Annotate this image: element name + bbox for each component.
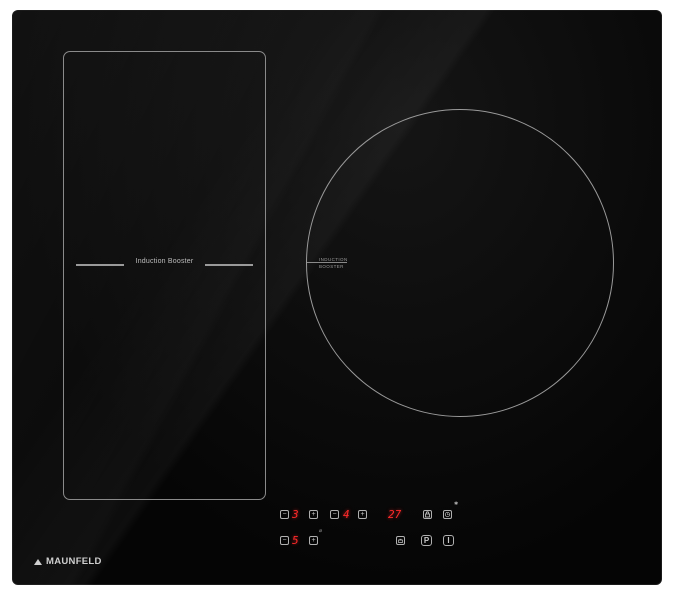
- brand-logo: MAUNFELD: [34, 556, 102, 567]
- timer-display: 27: [388, 508, 402, 521]
- round-zone-divider: [307, 262, 347, 263]
- zone1-plus-button[interactable]: +: [309, 510, 318, 519]
- zone2-level-display: 4: [343, 508, 350, 521]
- round-cooking-zone: INDUCTION BOOSTER: [306, 109, 614, 417]
- lock-icon: [425, 511, 430, 518]
- pause-button[interactable]: P: [421, 535, 432, 546]
- flex-zone-divider-right: [205, 264, 253, 266]
- round-zone-label-top: INDUCTION: [319, 257, 348, 262]
- cooktop-glass: Induction Booster INDUCTION BOOSTER − 3 …: [12, 10, 662, 585]
- lock-button[interactable]: [423, 510, 432, 519]
- timer-button[interactable]: [443, 510, 452, 519]
- keep-warm-button[interactable]: [396, 536, 405, 545]
- timer-indicator-icon: ✱: [454, 501, 459, 507]
- zone1-minus-button[interactable]: −: [280, 510, 289, 519]
- clock-icon: [444, 511, 451, 518]
- brand-mark-icon: [34, 558, 42, 565]
- pot-icon: [398, 538, 403, 543]
- boost-indicator-icon: ⌀: [319, 528, 323, 534]
- zone3-minus-button[interactable]: −: [280, 536, 289, 545]
- zone1-level-display: 3: [292, 508, 299, 521]
- power-button[interactable]: I: [443, 535, 454, 546]
- flex-cooking-zone: Induction Booster: [63, 51, 266, 500]
- zone3-plus-button[interactable]: +: [309, 536, 318, 545]
- zone2-plus-button[interactable]: +: [358, 510, 367, 519]
- round-zone-label-bottom: BOOSTER: [319, 264, 344, 269]
- brand-name: MAUNFELD: [46, 556, 102, 567]
- zone2-minus-button[interactable]: −: [330, 510, 339, 519]
- zone3-level-display: 5: [292, 534, 299, 547]
